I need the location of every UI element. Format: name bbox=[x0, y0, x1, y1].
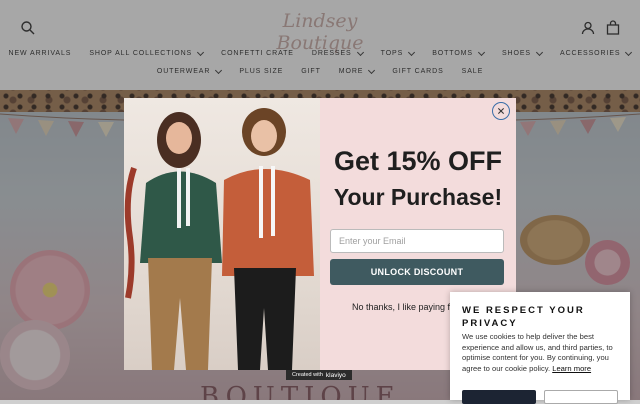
klaviyo-prefix: Created with bbox=[292, 372, 323, 378]
decline-link[interactable]: No thanks, I like paying f bbox=[352, 302, 450, 312]
cookie-decline-button[interactable] bbox=[544, 390, 618, 404]
popup-photo bbox=[124, 98, 320, 370]
cookie-accept-button[interactable] bbox=[462, 390, 536, 404]
learn-more-link[interactable]: Learn more bbox=[552, 364, 591, 373]
cookie-banner: WE RESPECT YOUR PRIVACY We use cookies t… bbox=[450, 292, 630, 404]
close-icon[interactable] bbox=[492, 102, 510, 120]
unlock-discount-button[interactable]: UNLOCK DISCOUNT bbox=[330, 259, 504, 285]
cookie-body: We use cookies to help deliver the best … bbox=[462, 332, 622, 374]
cookie-title: WE RESPECT YOUR PRIVACY bbox=[462, 305, 585, 329]
offer-subheadline: Your Purchase! bbox=[333, 184, 503, 210]
email-field[interactable] bbox=[330, 229, 504, 253]
klaviyo-brand: klaviyo bbox=[325, 371, 346, 379]
klaviyo-badge[interactable]: Created with klaviyo bbox=[286, 370, 352, 380]
offer-headline: Get 15% OFF bbox=[333, 146, 503, 176]
